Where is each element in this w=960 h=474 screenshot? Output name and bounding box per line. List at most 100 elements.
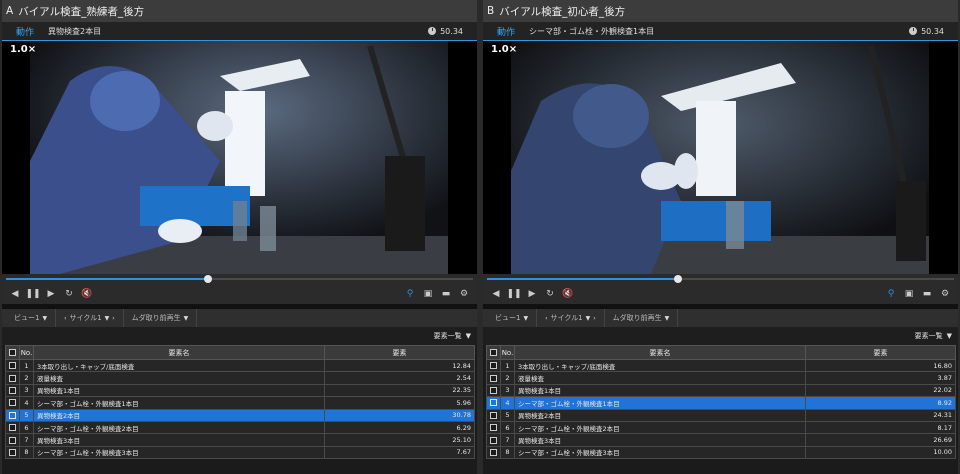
seek-bar[interactable] xyxy=(483,274,958,284)
playback-speed: 1.0× xyxy=(10,44,37,55)
row-checkbox[interactable] xyxy=(486,420,501,435)
table-row[interactable]: 7 異物検査3本目 25.10 xyxy=(5,433,475,447)
cycle-select[interactable]: ‹ サイクル1 ▼ › xyxy=(537,309,605,327)
filter-bar: ビュー1 ▼ ‹ サイクル1 ▼ › ムダ取り前再生 ▼ xyxy=(2,309,477,327)
table-row[interactable]: 3 異物検査1本目 22.02 xyxy=(486,383,956,398)
prev-icon[interactable]: ◀ xyxy=(487,286,505,302)
table-row[interactable]: 5 異物検査2本目 24.31 xyxy=(486,408,956,422)
chevron-right-icon[interactable]: › xyxy=(593,315,595,322)
element-list-toggle[interactable]: 要素一覧 xyxy=(434,331,462,341)
row-no: 1 xyxy=(500,358,515,373)
table-row[interactable]: 8 シーマ部・ゴム栓・外観検査3本目 10.00 xyxy=(486,445,956,460)
next-icon[interactable]: ▶ xyxy=(42,286,60,302)
motion-tab[interactable]: 動作 xyxy=(16,25,34,38)
row-name: 異物検査3本目 xyxy=(33,433,325,447)
mute-icon[interactable]: 🔇 xyxy=(78,286,96,302)
row-checkbox[interactable] xyxy=(5,445,20,460)
motion-tab[interactable]: 動作 xyxy=(497,25,515,38)
select-all-checkbox[interactable] xyxy=(486,345,501,360)
pane-title: バイアル検査_初心者_後方 xyxy=(499,5,626,18)
row-no: 7 xyxy=(500,433,515,447)
zoom-icon[interactable]: ⚲ xyxy=(401,286,419,302)
checkbox-icon xyxy=(9,386,16,394)
seek-handle[interactable] xyxy=(204,275,212,283)
prev-icon[interactable]: ◀ xyxy=(6,286,24,302)
chevron-down-icon: ▼ xyxy=(523,314,529,322)
row-checkbox[interactable] xyxy=(5,371,20,385)
chevron-right-icon[interactable]: › xyxy=(112,315,114,322)
row-value: 22.35 xyxy=(324,383,475,398)
table-row[interactable]: 2 液量検査 2.54 xyxy=(5,371,475,385)
muda-select[interactable]: ムダ取り前再生 ▼ xyxy=(124,309,198,327)
element-list-toggle[interactable]: 要素一覧 xyxy=(915,331,943,341)
row-checkbox[interactable] xyxy=(5,433,20,447)
row-value: 16.80 xyxy=(805,358,956,373)
chevron-down-icon[interactable]: ▼ xyxy=(466,332,471,340)
select-all-checkbox[interactable] xyxy=(5,345,20,360)
folder-icon[interactable]: ▬ xyxy=(437,286,455,302)
table-row[interactable]: 6 シーマ部・ゴム栓・外観検査2本目 8.17 xyxy=(486,420,956,435)
seek-bar[interactable] xyxy=(2,274,477,284)
row-checkbox[interactable] xyxy=(5,383,20,398)
row-no: 5 xyxy=(500,408,515,422)
table-row[interactable]: 4 シーマ部・ゴム栓・外観検査1本目 8.92 xyxy=(486,396,956,410)
muda-select-label: ムダ取り前再生 xyxy=(612,314,662,322)
table-row[interactable]: 2 液量検査 3.87 xyxy=(486,371,956,385)
row-checkbox[interactable] xyxy=(5,408,20,422)
row-checkbox[interactable] xyxy=(5,358,20,373)
table-row[interactable]: 3 異物検査1本目 22.35 xyxy=(5,383,475,398)
table-row[interactable]: 1 3本取り出し・キャップ/底面検査 16.80 xyxy=(486,358,956,373)
chevron-down-icon: ▼ xyxy=(104,314,110,322)
clock-icon xyxy=(428,27,437,35)
checkbox-icon xyxy=(490,374,497,382)
gear-icon[interactable]: ⚙ xyxy=(455,286,473,302)
zoom-icon[interactable]: ⚲ xyxy=(882,286,900,302)
video-viewer[interactable]: 1.0× xyxy=(483,41,958,274)
replay-icon[interactable]: ↻ xyxy=(541,286,559,302)
table-row[interactable]: 5 異物検査2本目 30.78 xyxy=(5,408,475,422)
view-select[interactable]: ビュー1 ▼ xyxy=(6,309,57,327)
playback-speed: 1.0× xyxy=(491,44,518,55)
replay-icon[interactable]: ↻ xyxy=(60,286,78,302)
next-icon[interactable]: ▶ xyxy=(523,286,541,302)
row-value: 6.29 xyxy=(324,420,475,435)
row-checkbox[interactable] xyxy=(486,371,501,385)
muda-select[interactable]: ムダ取り前再生 ▼ xyxy=(605,309,679,327)
chevron-left-icon[interactable]: ‹ xyxy=(545,315,547,322)
table-row[interactable]: 7 異物検査3本目 26.69 xyxy=(486,433,956,447)
row-checkbox[interactable] xyxy=(486,433,501,447)
view-select[interactable]: ビュー1 ▼ xyxy=(487,309,538,327)
row-name: 異物検査2本目 xyxy=(33,408,325,422)
row-checkbox[interactable] xyxy=(486,396,501,410)
row-no: 3 xyxy=(19,383,34,398)
row-checkbox[interactable] xyxy=(486,408,501,422)
mute-icon[interactable]: 🔇 xyxy=(559,286,577,302)
row-checkbox[interactable] xyxy=(486,358,501,373)
pane-letter: A xyxy=(6,5,14,17)
row-checkbox[interactable] xyxy=(486,445,501,460)
checkbox-icon xyxy=(490,424,497,432)
table-row[interactable]: 8 シーマ部・ゴム栓・外観検査3本目 7.67 xyxy=(5,445,475,460)
checkbox-icon xyxy=(490,349,497,356)
cycle-select[interactable]: ‹ サイクル1 ▼ › xyxy=(56,309,124,327)
seek-handle[interactable] xyxy=(674,275,682,283)
table-row[interactable]: 4 シーマ部・ゴム栓・外観検査1本目 5.96 xyxy=(5,396,475,410)
gear-icon[interactable]: ⚙ xyxy=(936,286,954,302)
row-checkbox[interactable] xyxy=(5,420,20,435)
table-row[interactable]: 6 シーマ部・ゴム栓・外観検査2本目 6.29 xyxy=(5,420,475,435)
pause-icon[interactable]: ❚❚ xyxy=(505,286,523,302)
video-viewer[interactable]: 1.0× xyxy=(2,41,477,274)
pause-icon[interactable]: ❚❚ xyxy=(24,286,42,302)
row-checkbox[interactable] xyxy=(5,396,20,410)
folder-icon[interactable]: ▬ xyxy=(918,286,936,302)
checkbox-icon xyxy=(9,436,16,444)
image-icon[interactable]: ▣ xyxy=(900,286,918,302)
chevron-down-icon[interactable]: ▼ xyxy=(947,332,952,340)
row-checkbox[interactable] xyxy=(486,383,501,398)
image-icon[interactable]: ▣ xyxy=(419,286,437,302)
row-no: 2 xyxy=(500,371,515,385)
table-row[interactable]: 1 3本取り出し・キャップ/底面検査 12.84 xyxy=(5,358,475,373)
chevron-left-icon[interactable]: ‹ xyxy=(64,315,66,322)
row-no: 8 xyxy=(19,445,34,460)
row-name: 3本取り出し・キャップ/底面検査 xyxy=(514,358,806,373)
